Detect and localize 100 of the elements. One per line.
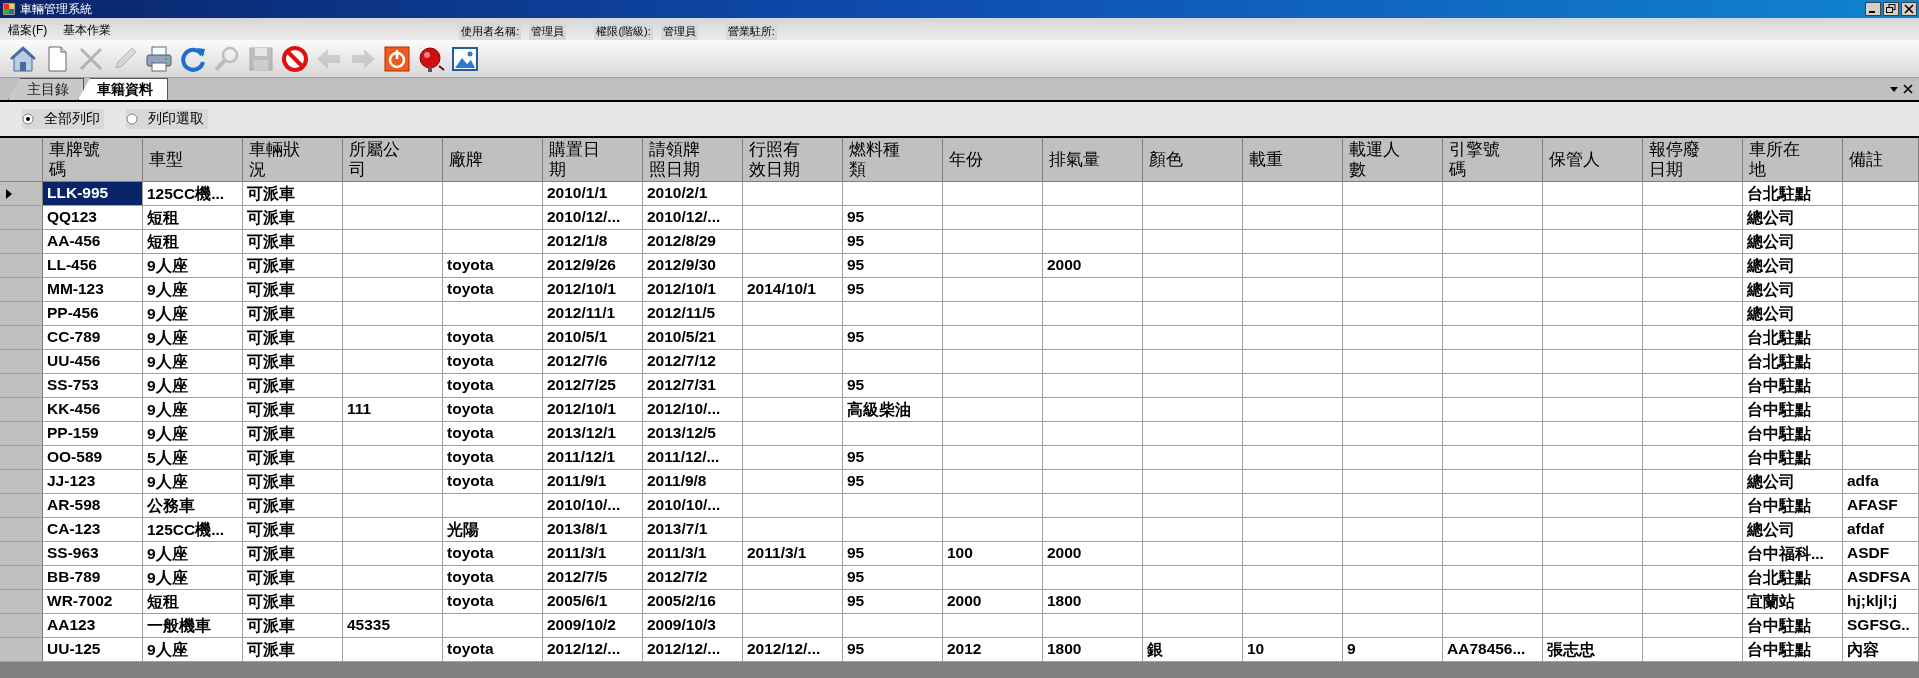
header-corner — [0, 138, 43, 182]
table-cell: 2000 — [1043, 254, 1143, 278]
table-cell: 2000 — [1043, 542, 1143, 566]
table-cell: 2010/12/... — [643, 206, 743, 230]
table-cell: 高級柴油 — [843, 398, 943, 422]
table-cell: 2012/11/1 — [543, 302, 643, 326]
table-cell: QQ123 — [43, 206, 143, 230]
info-value: 管理員 — [529, 23, 567, 40]
table-cell: 可派車 — [243, 590, 343, 614]
column-header[interactable]: 所屬公司 — [343, 138, 443, 182]
column-header[interactable]: 保管人 — [1543, 138, 1643, 182]
table-cell: 45335 — [343, 614, 443, 638]
table-cell: 2010/5/21 — [643, 326, 743, 350]
radio-button[interactable] — [126, 113, 138, 125]
radio-button[interactable] — [22, 113, 34, 125]
column-header[interactable]: 廠牌 — [443, 138, 543, 182]
table-cell: 95 — [843, 206, 943, 230]
column-header[interactable]: 引擎號碼 — [1443, 138, 1543, 182]
table-cell: hj;kljl;j — [1843, 590, 1919, 614]
table-cell: 總公司 — [1743, 206, 1843, 230]
column-header[interactable]: 載運人數 — [1343, 138, 1443, 182]
table-cell: 9人座 — [143, 302, 243, 326]
table-cell: 2012/7/2 — [643, 566, 743, 590]
column-header[interactable]: 報停廢日期 — [1643, 138, 1743, 182]
table-cell: OO-589 — [43, 446, 143, 470]
column-header[interactable]: 燃料種類 — [843, 138, 943, 182]
restore-icon[interactable] — [1883, 2, 1899, 16]
table-cell: 台中駐點 — [1743, 422, 1843, 446]
table-cell: 2011/3/1 — [543, 542, 643, 566]
table-cell: 125CC機... — [143, 518, 243, 542]
table-cell: 1800 — [1043, 638, 1143, 662]
column-header[interactable]: 載重 — [1243, 138, 1343, 182]
column-header[interactable]: 購置日期 — [543, 138, 643, 182]
table-cell: toyota — [443, 446, 543, 470]
column-header[interactable]: 行照有效日期 — [743, 138, 843, 182]
info-label: 使用者名稱: — [459, 23, 522, 40]
menu-item[interactable]: 檔案(F) — [0, 18, 56, 40]
table-cell: 公務車 — [143, 494, 243, 518]
table-cell: 2012/7/31 — [643, 374, 743, 398]
close-icon[interactable] — [1901, 2, 1917, 16]
table-cell: 9人座 — [143, 278, 243, 302]
table-cell: 2012 — [943, 638, 1043, 662]
power-icon[interactable] — [382, 43, 412, 74]
window-title: 車輛管理系統 — [20, 0, 93, 18]
table-cell: 可派車 — [243, 542, 343, 566]
column-header[interactable]: 請領牌照日期 — [643, 138, 743, 182]
table-cell: toyota — [443, 590, 543, 614]
table-cell: toyota — [443, 278, 543, 302]
dropdown-icon[interactable] — [1889, 84, 1899, 94]
column-header[interactable]: 車輛狀況 — [243, 138, 343, 182]
table-cell: 光陽 — [443, 518, 543, 542]
table-cell: 9人座 — [143, 374, 243, 398]
tab[interactable]: 車籍資料 — [78, 78, 168, 100]
table-cell: 可派車 — [243, 206, 343, 230]
table-cell: 2012/12/... — [543, 638, 643, 662]
table-cell: 可派車 — [243, 566, 343, 590]
table-cell: 9人座 — [143, 470, 243, 494]
info-label: 權限(階級): — [594, 23, 653, 40]
tab[interactable]: 主目錄 — [8, 78, 84, 100]
table-cell: WR-7002 — [43, 590, 143, 614]
table-cell: 2013/12/5 — [643, 422, 743, 446]
table-cell: BB-789 — [43, 566, 143, 590]
table-cell: 可派車 — [243, 254, 343, 278]
column-header[interactable]: 車所在地 — [1743, 138, 1843, 182]
table-cell: AA-456 — [43, 230, 143, 254]
table-cell: 內容 — [1843, 638, 1919, 662]
column-header[interactable]: 顏色 — [1143, 138, 1243, 182]
column-header[interactable]: 車牌號碼 — [43, 138, 143, 182]
table-cell: 2011/3/1 — [743, 542, 843, 566]
table-cell: AA78456... — [1443, 638, 1543, 662]
column-header[interactable]: 排氣量 — [1043, 138, 1143, 182]
table-cell: 2013/7/1 — [643, 518, 743, 542]
table-cell: 2012/10/... — [643, 398, 743, 422]
radio-label: 列印選取 — [148, 110, 204, 128]
table-cell: toyota — [443, 422, 543, 446]
table-cell: 2013/8/1 — [543, 518, 643, 542]
column-header[interactable]: 年份 — [943, 138, 1043, 182]
table-cell: CC-789 — [43, 326, 143, 350]
column-header[interactable]: 備註 — [1843, 138, 1919, 182]
table-cell: 可派車 — [243, 398, 343, 422]
table-cell: 2011/9/8 — [643, 470, 743, 494]
table-cell: 125CC機... — [143, 182, 243, 206]
table-cell: 2009/10/2 — [543, 614, 643, 638]
table-cell: 總公司 — [1743, 302, 1843, 326]
table-cell: toyota — [443, 566, 543, 590]
table-cell: 宜蘭站 — [1743, 590, 1843, 614]
table-cell: 95 — [843, 590, 943, 614]
table-cell: 2012/1/8 — [543, 230, 643, 254]
close-icon[interactable] — [1903, 84, 1913, 94]
table-cell: 銀 — [1143, 638, 1243, 662]
menu-item[interactable]: 基本作業 — [55, 18, 120, 40]
table-cell: JJ-123 — [43, 470, 143, 494]
row-header[interactable] — [0, 182, 43, 206]
minimize-icon[interactable] — [1865, 2, 1881, 16]
table-cell: ASDFSA — [1843, 566, 1919, 590]
table-cell: 2010/5/1 — [543, 326, 643, 350]
column-header[interactable]: 車型 — [143, 138, 243, 182]
table-cell: 2012/7/6 — [543, 350, 643, 374]
no-entry-icon[interactable] — [280, 43, 310, 74]
printer-icon[interactable] — [144, 43, 174, 74]
